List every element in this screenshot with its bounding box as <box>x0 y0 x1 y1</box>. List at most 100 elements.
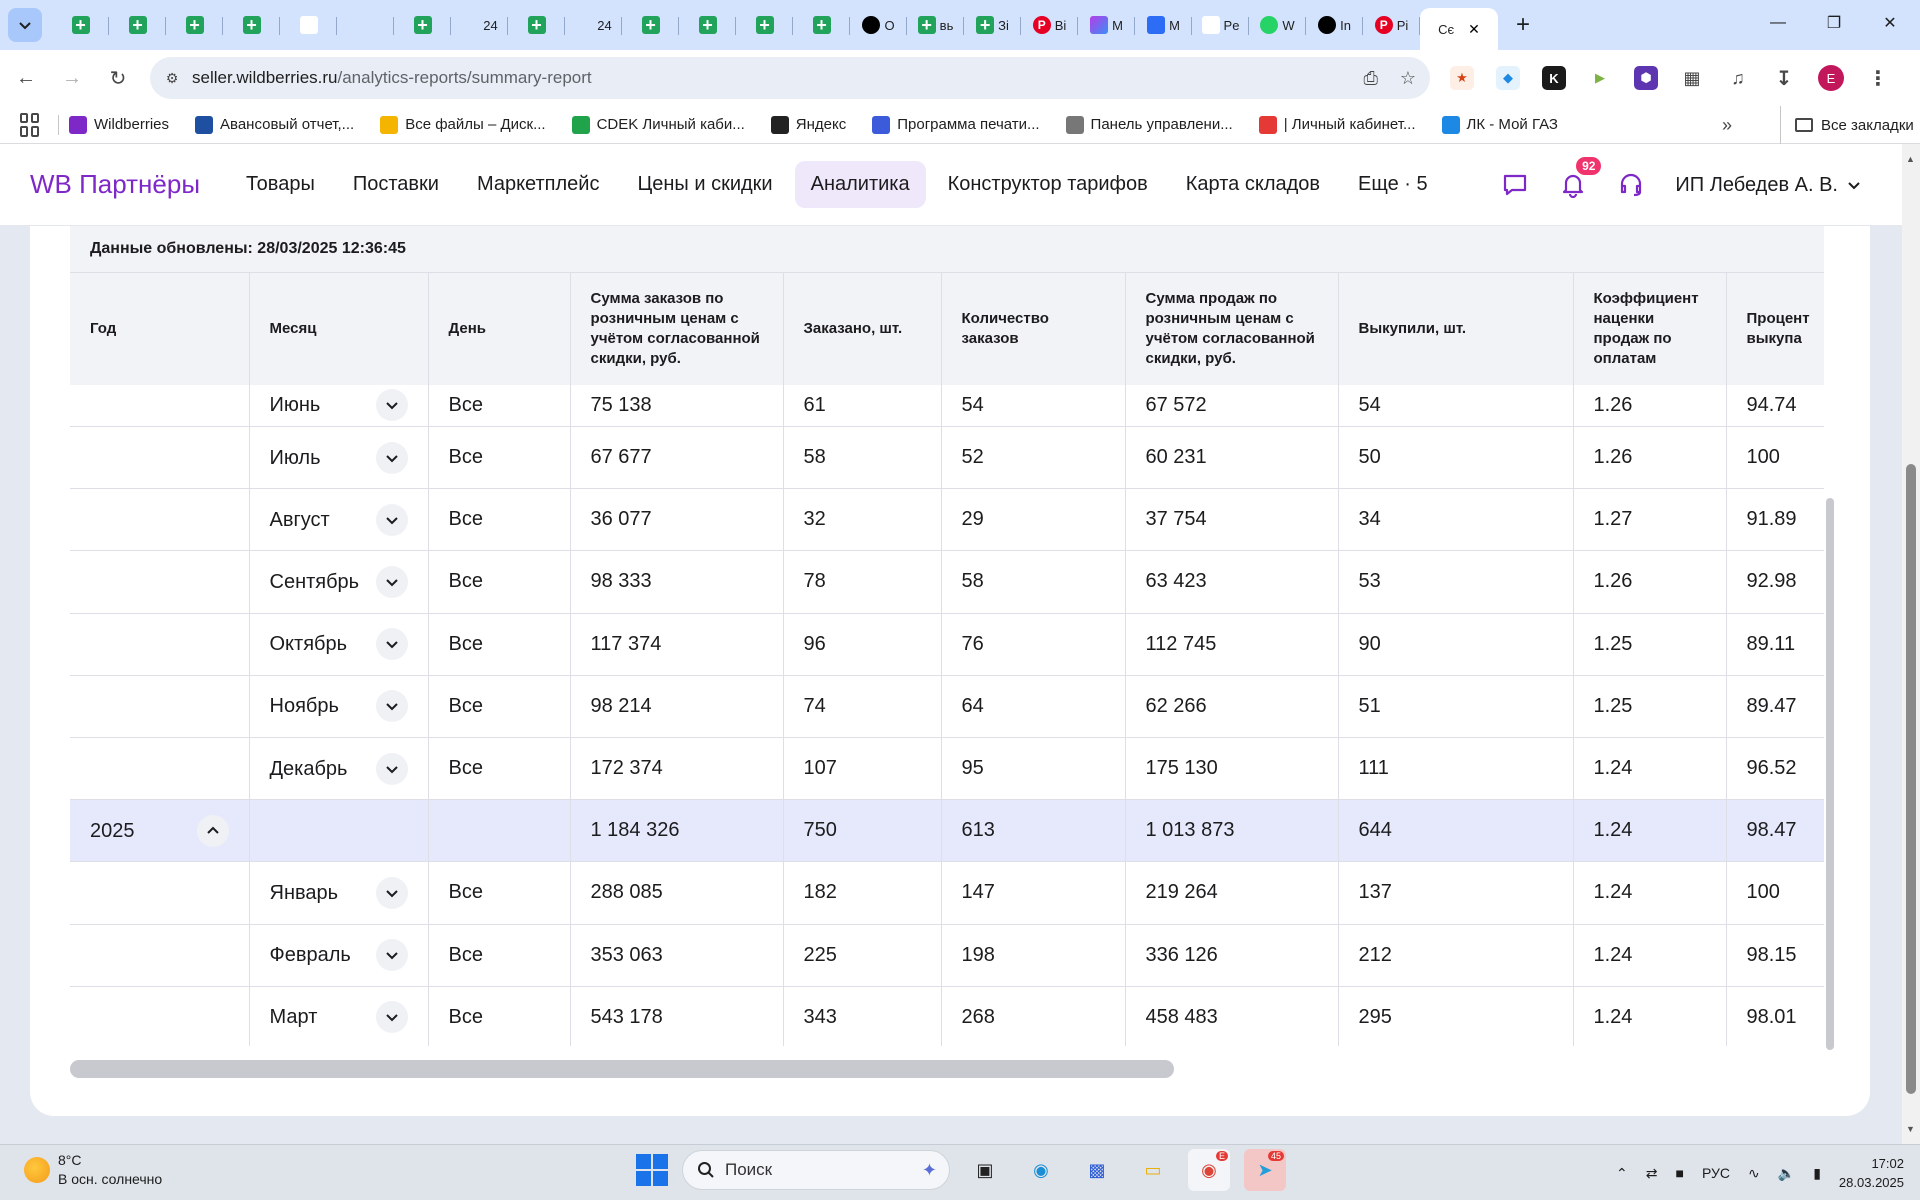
browser-tab[interactable]: O <box>850 5 907 45</box>
all-bookmarks-button[interactable]: Все закладки <box>1780 106 1914 144</box>
file-explorer-icon[interactable]: ▭ <box>1132 1149 1174 1191</box>
volume-icon[interactable]: 🔈 <box>1778 1165 1795 1182</box>
browser-tab[interactable]: 24 <box>565 5 622 45</box>
browser-tab[interactable] <box>109 5 166 45</box>
browser-tab[interactable]: 24 <box>451 5 508 45</box>
expand-month-chevron-down-icon[interactable] <box>375 565 408 598</box>
restore-button[interactable]: ❐ <box>1806 0 1862 46</box>
browser-tab[interactable] <box>736 5 793 45</box>
close-window-button[interactable]: ✕ <box>1862 0 1918 46</box>
profile-avatar[interactable]: E <box>1818 65 1844 91</box>
menu-kebab-icon[interactable]: ⋮ <box>1866 66 1890 90</box>
apps-grid-icon[interactable] <box>20 112 44 137</box>
expand-month-chevron-down-icon[interactable] <box>375 939 408 972</box>
expand-month-chevron-down-icon[interactable] <box>375 503 408 536</box>
wifi-icon[interactable]: ∿ <box>1748 1165 1760 1182</box>
user-menu[interactable]: ИП Лебедев А. В. <box>1675 174 1862 197</box>
browser-tab[interactable]: Pe <box>1192 5 1249 45</box>
nav-item[interactable]: Аналитика <box>794 161 926 208</box>
expand-month-chevron-down-icon[interactable] <box>375 628 408 661</box>
bookmark-item[interactable]: | Личный кабинет... <box>1258 115 1416 134</box>
expand-month-chevron-down-icon[interactable] <box>375 389 408 422</box>
chat-icon[interactable] <box>1501 171 1529 199</box>
extension-icon[interactable]: ⬢ <box>1634 66 1658 90</box>
forward-button[interactable]: → <box>52 58 92 98</box>
puzzle-icon[interactable]: ▦ <box>1680 66 1704 90</box>
wb-partners-logo[interactable]: WB Партнёры <box>30 169 200 200</box>
store-icon[interactable]: ▩ <box>1076 1149 1118 1191</box>
minimize-button[interactable]: — <box>1750 0 1806 46</box>
page-scroll-thumb[interactable] <box>1906 464 1916 1094</box>
address-bar[interactable]: ⚙ seller.wildberries.ru/analytics-report… <box>150 57 1430 99</box>
task-view-icon[interactable]: ▣ <box>964 1149 1006 1191</box>
browser-tab[interactable]: In <box>1306 5 1363 45</box>
extension-icon[interactable]: K <box>1542 66 1566 90</box>
expand-month-chevron-down-icon[interactable] <box>375 876 408 909</box>
media-control-icon[interactable]: ♫ <box>1726 66 1750 90</box>
bookmark-item[interactable]: Программа печати... <box>872 115 1040 134</box>
taskbar-search[interactable]: Поиск ✦ <box>682 1150 950 1190</box>
nav-item[interactable]: Еще · 5 <box>1342 161 1444 208</box>
browser-tab[interactable] <box>223 5 280 45</box>
close-tab-icon[interactable]: ✕ <box>1468 21 1480 38</box>
bookmark-item[interactable]: Панель управлени... <box>1065 115 1233 134</box>
browser-tab[interactable] <box>280 5 337 45</box>
extension-icon[interactable]: ★ <box>1450 66 1474 90</box>
bookmark-item[interactable]: ЛК - Мой ГАЗ <box>1441 115 1558 134</box>
expand-month-chevron-down-icon[interactable] <box>375 1001 408 1034</box>
notifications-bell-icon[interactable]: 92 <box>1559 157 1602 199</box>
nav-item[interactable]: Цены и скидки <box>621 161 788 208</box>
bookmark-item[interactable]: Wildberries <box>69 115 169 134</box>
browser-tab[interactable] <box>52 5 109 45</box>
nav-item[interactable]: Карта складов <box>1170 161 1336 208</box>
chrome-icon[interactable]: ◉ E <box>1188 1149 1230 1191</box>
nav-item[interactable]: Поставки <box>337 161 455 208</box>
browser-tab[interactable] <box>337 5 394 45</box>
bookmark-item[interactable]: Яндекс <box>770 115 846 134</box>
download-icon[interactable]: ↧ <box>1772 66 1796 90</box>
language-indicator[interactable]: РУС <box>1702 1165 1730 1181</box>
support-headset-icon[interactable] <box>1617 171 1645 199</box>
start-button[interactable] <box>636 1154 668 1186</box>
browser-tab[interactable]: W <box>1249 5 1306 45</box>
browser-tab[interactable] <box>166 5 223 45</box>
tray-settings-icon[interactable]: ⇄ <box>1646 1165 1658 1182</box>
browser-tab[interactable]: M <box>1078 5 1135 45</box>
battery-icon[interactable]: ▮ <box>1813 1165 1821 1182</box>
browser-tab[interactable] <box>679 5 736 45</box>
nav-item[interactable]: Конструктор тарифов <box>932 161 1164 208</box>
system-clock[interactable]: 17:02 28.03.2025 <box>1839 1154 1904 1192</box>
reload-button[interactable]: ↻ <box>98 58 138 98</box>
bookmark-star-icon[interactable]: ☆ <box>1400 68 1416 89</box>
browser-tab[interactable] <box>508 5 565 45</box>
back-button[interactable]: ← <box>6 58 46 98</box>
scroll-up-arrow-icon[interactable]: ▲ <box>1906 154 1916 164</box>
browser-tab[interactable] <box>394 5 451 45</box>
browser-tab[interactable]: вь <box>907 5 964 45</box>
new-tab-button[interactable]: + <box>1506 8 1540 42</box>
expand-month-chevron-down-icon[interactable] <box>375 752 408 785</box>
browser-tab[interactable] <box>622 5 679 45</box>
expand-month-chevron-down-icon[interactable] <box>375 441 408 474</box>
bookmark-item[interactable]: Авансовый отчет,... <box>195 115 354 134</box>
extension-icon[interactable]: ▶ <box>1588 66 1612 90</box>
collapse-year-chevron-up-icon[interactable] <box>196 814 229 847</box>
nav-item[interactable]: Маркетплейс <box>461 161 616 208</box>
browser-tab[interactable]: Ві <box>1021 5 1078 45</box>
bookmark-item[interactable]: CDEK Личный каби... <box>571 115 745 134</box>
weather-widget[interactable]: 8°C В осн. солнечно <box>24 1151 162 1189</box>
tab-search-button[interactable] <box>8 8 42 42</box>
browser-tab[interactable]: Зі <box>964 5 1021 45</box>
bookmark-item[interactable]: Все файлы – Диск... <box>380 115 546 134</box>
table-vertical-scrollbar[interactable] <box>1826 498 1834 1050</box>
browser-tab[interactable]: M <box>1135 5 1192 45</box>
scroll-down-arrow-icon[interactable]: ▼ <box>1906 1124 1916 1134</box>
nav-item[interactable]: Товары <box>230 161 331 208</box>
telegram-icon[interactable]: ➤ 45 <box>1244 1149 1286 1191</box>
edge-icon[interactable]: ◉ <box>1020 1149 1062 1191</box>
tray-overflow-chevron-icon[interactable]: ⌃ <box>1616 1165 1628 1182</box>
site-settings-icon[interactable]: ⚙ <box>158 64 186 92</box>
horizontal-scroll-thumb[interactable] <box>70 1060 1174 1078</box>
page-vertical-scrollbar[interactable]: ▲ ▼ <box>1902 144 1920 1144</box>
extension-icon[interactable]: ◆ <box>1496 66 1520 90</box>
